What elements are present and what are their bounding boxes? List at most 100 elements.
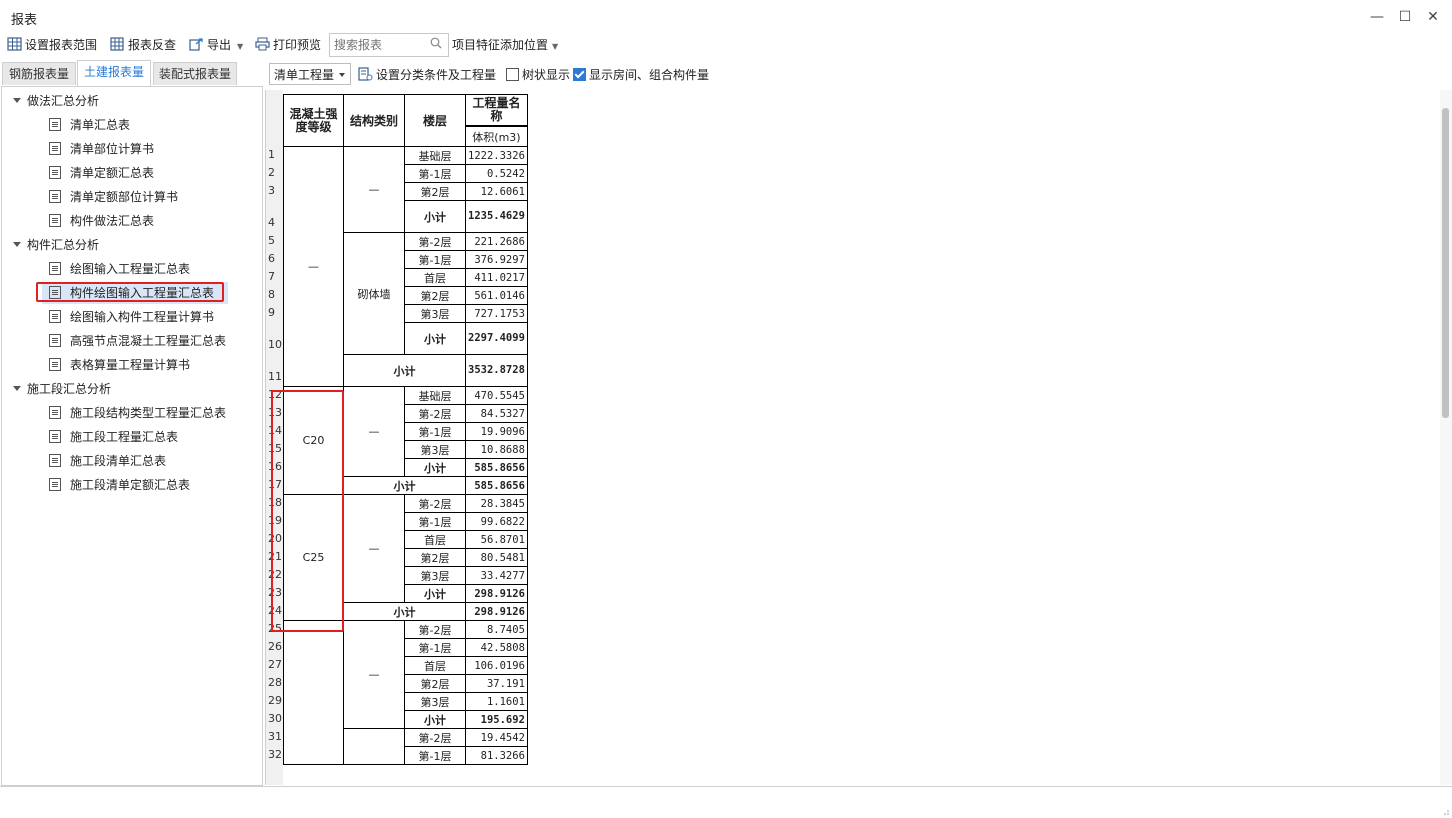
volume-cell: 42.5808	[465, 638, 528, 657]
header-struct-type: 结构类别	[343, 94, 405, 147]
search-input[interactable]	[332, 35, 428, 55]
search-icon[interactable]	[430, 37, 442, 49]
struct-type-cell: —	[343, 620, 405, 729]
tree-group-practice[interactable]: 做法汇总分析	[13, 90, 99, 112]
caret-down-icon	[13, 242, 21, 247]
tab-prefab-report[interactable]: 装配式报表量	[153, 62, 237, 85]
tree-item[interactable]: 清单汇总表	[49, 114, 130, 136]
print-preview-button[interactable]: 打印预览	[255, 36, 321, 54]
close-icon[interactable]: ✕	[1418, 6, 1448, 28]
show-rooms-label: 显示房间、组合构件量	[589, 68, 710, 82]
subtotal-cell: 小计	[404, 584, 466, 603]
floor-cell: 第2层	[404, 548, 466, 567]
set-conditions-label: 设置分类条件及工程量	[376, 68, 497, 82]
resize-grip-icon[interactable]	[1441, 807, 1449, 815]
subtotal-cell: 小计	[404, 458, 466, 477]
quantity-type-value: 清单工程量	[274, 68, 335, 82]
set-conditions-button[interactable]: 设置分类条件及工程量	[358, 66, 496, 84]
report-reverse-check-button[interactable]: 报表反查	[110, 36, 176, 54]
report-tree-panel: 做法汇总分析 清单汇总表 清单部位计算书 清单定额汇总表 清单定额部位计算书 构…	[1, 86, 263, 786]
document-icon	[49, 214, 61, 227]
document-icon	[49, 478, 61, 491]
floor-cell: 第-1层	[404, 422, 466, 441]
document-icon	[49, 454, 61, 467]
row-number: 32	[268, 748, 282, 761]
tree-group-label: 构件汇总分析	[27, 238, 100, 252]
volume-cell: 84.5327	[465, 404, 528, 423]
tree-item[interactable]: 表格算量工程量计算书	[49, 354, 190, 376]
tree-display-checkbox[interactable]: 树状显示	[506, 66, 570, 84]
volume-cell: 10.8688	[465, 440, 528, 459]
row-number: 2	[268, 166, 275, 179]
tree-group-label: 做法汇总分析	[27, 94, 100, 108]
volume-cell: 470.5545	[465, 386, 528, 405]
set-report-range-button[interactable]: 设置报表范围	[7, 36, 97, 54]
tree-item[interactable]: 清单定额部位计算书	[49, 186, 178, 208]
tree-item-label: 清单定额部位计算书	[70, 190, 179, 204]
subtotal-cell: 小计	[343, 602, 466, 621]
floor-cell: 第2层	[404, 182, 466, 201]
tree-group-component[interactable]: 构件汇总分析	[13, 234, 99, 256]
tree-item[interactable]: 绘图输入构件工程量计算书	[49, 306, 214, 328]
quantity-type-select[interactable]: 清单工程量	[269, 63, 351, 85]
tab-civil-report[interactable]: 土建报表量	[77, 60, 151, 86]
report-tabs: 钢筋报表量 土建报表量 装配式报表量	[0, 60, 262, 86]
floor-cell: 第3层	[404, 440, 466, 459]
floor-cell: 第-2层	[404, 232, 466, 251]
row-number: 9	[268, 306, 275, 319]
document-icon	[49, 334, 61, 347]
floor-cell: 第-1层	[404, 250, 466, 269]
volume-cell: 221.2686	[465, 232, 528, 251]
report-reverse-check-label: 报表反查	[128, 38, 177, 52]
printer-icon	[255, 37, 270, 51]
volume-cell: 19.4542	[465, 728, 528, 747]
export-button[interactable]: 导出 ▼	[189, 36, 243, 54]
title-bar: 报表 — ☐ ✕	[0, 0, 1452, 32]
scrollbar-thumb[interactable]	[1442, 108, 1449, 418]
header-qty-name: 工程量名称	[465, 94, 528, 126]
tree-item[interactable]: 施工段结构类型工程量汇总表	[49, 402, 226, 424]
tree-display-label: 树状显示	[522, 68, 571, 82]
row-number: 10	[268, 338, 282, 351]
floor-cell: 第2层	[404, 286, 466, 305]
tree-item-label: 表格算量工程量计算书	[70, 358, 191, 372]
feature-position-dropdown[interactable]: 项目特征添加位置 ▼	[452, 36, 558, 54]
tree-item[interactable]: 施工段工程量汇总表	[49, 426, 178, 448]
volume-cell: 19.9096	[465, 422, 528, 441]
volume-cell: 1222.3326	[465, 146, 528, 165]
volume-cell: 0.5242	[465, 164, 528, 183]
main-toolbar: 设置报表范围 报表反查 导出 ▼ 打印预览 项目特征添加位置 ▼	[0, 32, 1452, 58]
tree-item[interactable]: 清单部位计算书	[49, 138, 154, 160]
floor-cell: 第3层	[404, 566, 466, 585]
tree-item[interactable]: 绘图输入工程量汇总表	[49, 258, 190, 280]
tree-item[interactable]: 施工段清单汇总表	[49, 450, 166, 472]
tree-item-label: 高强节点混凝土工程量汇总表	[70, 334, 227, 348]
document-icon	[49, 430, 61, 443]
tree-item[interactable]: 高强节点混凝土工程量汇总表	[49, 330, 226, 352]
struct-type-cell: 砌体墙	[343, 232, 405, 355]
tree-item[interactable]: 施工段清单定额汇总表	[49, 474, 190, 496]
vertical-scrollbar[interactable]	[1440, 90, 1452, 785]
subtotal-cell: 小计	[404, 710, 466, 729]
subtotal-volume-cell: 2297.4099	[465, 322, 528, 355]
header-floor: 楼层	[404, 94, 466, 147]
tree-group-label: 施工段汇总分析	[27, 382, 112, 396]
tree-item[interactable]: 构件做法汇总表	[49, 210, 154, 232]
chevron-down-icon: ▼	[237, 42, 244, 51]
volume-cell: 37.191	[465, 674, 528, 693]
floor-cell: 第-2层	[404, 404, 466, 423]
volume-cell: 28.3845	[465, 494, 528, 513]
maximize-icon[interactable]: ☐	[1390, 6, 1420, 28]
document-icon	[49, 262, 61, 275]
minimize-icon[interactable]: —	[1362, 6, 1392, 28]
tab-rebar-report[interactable]: 钢筋报表量	[2, 62, 76, 85]
floor-cell: 第3层	[404, 304, 466, 323]
struct-type-cell: —	[343, 386, 405, 477]
tree-group-construction-stage[interactable]: 施工段汇总分析	[13, 378, 111, 400]
row-number: 8	[268, 288, 275, 301]
show-rooms-checkbox[interactable]: 显示房间、组合构件量	[573, 66, 709, 84]
row-number: 1	[268, 148, 275, 161]
volume-cell: 8.7405	[465, 620, 528, 639]
tree-item[interactable]: 清单定额汇总表	[49, 162, 154, 184]
report-view[interactable]: 1 2 3 4 5 6 7 8 9 10 11 12 13 14 15 16 17 18 19 20 21 22 23 24 2…	[265, 90, 1441, 785]
